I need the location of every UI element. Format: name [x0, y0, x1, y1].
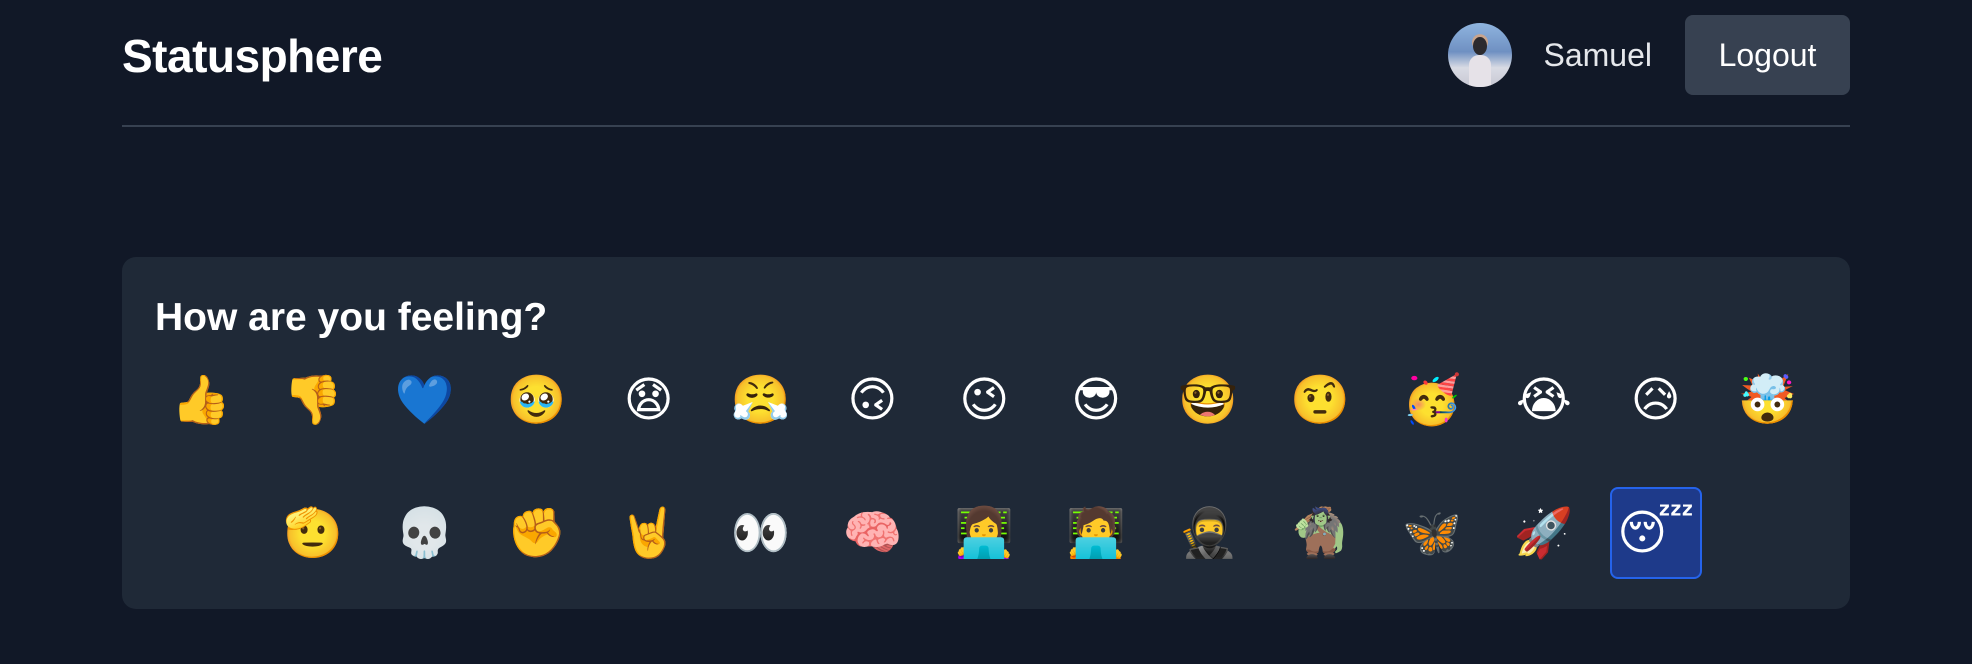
- emoji-option[interactable]: 👎: [267, 354, 359, 446]
- emoji-option[interactable]: ✊: [491, 487, 583, 579]
- emoji-option[interactable]: 🥳: [1386, 354, 1478, 446]
- emoji-option[interactable]: 🧌: [1274, 487, 1366, 579]
- emoji-option[interactable]: 🚀: [1498, 487, 1590, 579]
- emoji-option[interactable]: 🤘: [603, 487, 695, 579]
- user-avatar[interactable]: [1447, 23, 1512, 87]
- emoji-option[interactable]: 🙃: [826, 354, 918, 446]
- emoji-option[interactable]: 🦋: [1386, 487, 1478, 579]
- emoji-option[interactable]: 😎: [1050, 354, 1142, 446]
- emoji-grid: 👍 👎 💙 🥹 😧 😤 🙃 😉 😎 🤓 🤨 🥳 😭 😥 🤯 🫡 💀 ✊ 🤘 👀 🧠 👩‍💻 🧑‍💻 🥷 🧌 🦋 🚀 😴: [122, 257, 1850, 609]
- logout-button[interactable]: Logout: [1685, 15, 1850, 95]
- emoji-option[interactable]: 😥: [1610, 354, 1702, 446]
- app-title[interactable]: Statusphere: [122, 28, 383, 84]
- emoji-option[interactable]: 👀: [715, 487, 807, 579]
- status-card: How are you feeling? 👍 👎 💙 🥹 😧 😤 🙃 😉 😎 🤓 🤨 🥳 😭 😥 🤯 🫡 💀 ✊ 🤘…: [122, 257, 1850, 609]
- emoji-option[interactable]: 😴: [1609, 487, 1702, 579]
- emoji-option[interactable]: 🤯: [1722, 354, 1814, 446]
- emoji-option[interactable]: 🥷: [1162, 487, 1254, 579]
- username: Samuel: [1543, 36, 1653, 73]
- emoji-option[interactable]: 💙: [379, 354, 471, 446]
- emoji-option[interactable]: 🥹: [491, 354, 583, 446]
- emoji-option[interactable]: 🤨: [1274, 354, 1366, 446]
- emoji-option[interactable]: 😭: [1498, 354, 1590, 446]
- emoji-option[interactable]: 🧑‍💻: [1050, 487, 1142, 579]
- emoji-option[interactable]: 🤓: [1162, 354, 1254, 446]
- emoji-option[interactable]: 😤: [715, 354, 807, 446]
- emoji-option[interactable]: 💀: [379, 487, 471, 579]
- emoji-option[interactable]: 😉: [938, 354, 1030, 446]
- emoji-option[interactable]: 👩‍💻: [938, 487, 1030, 579]
- emoji-option[interactable]: 🧠: [826, 487, 918, 579]
- emoji-option[interactable]: 🫡: [267, 487, 359, 579]
- app-header: Statusphere Samuel Logout: [122, 0, 1850, 127]
- emoji-option[interactable]: 👍: [155, 354, 247, 446]
- emoji-option[interactable]: 😧: [603, 354, 695, 446]
- user-area: Samuel Logout: [1447, 15, 1850, 95]
